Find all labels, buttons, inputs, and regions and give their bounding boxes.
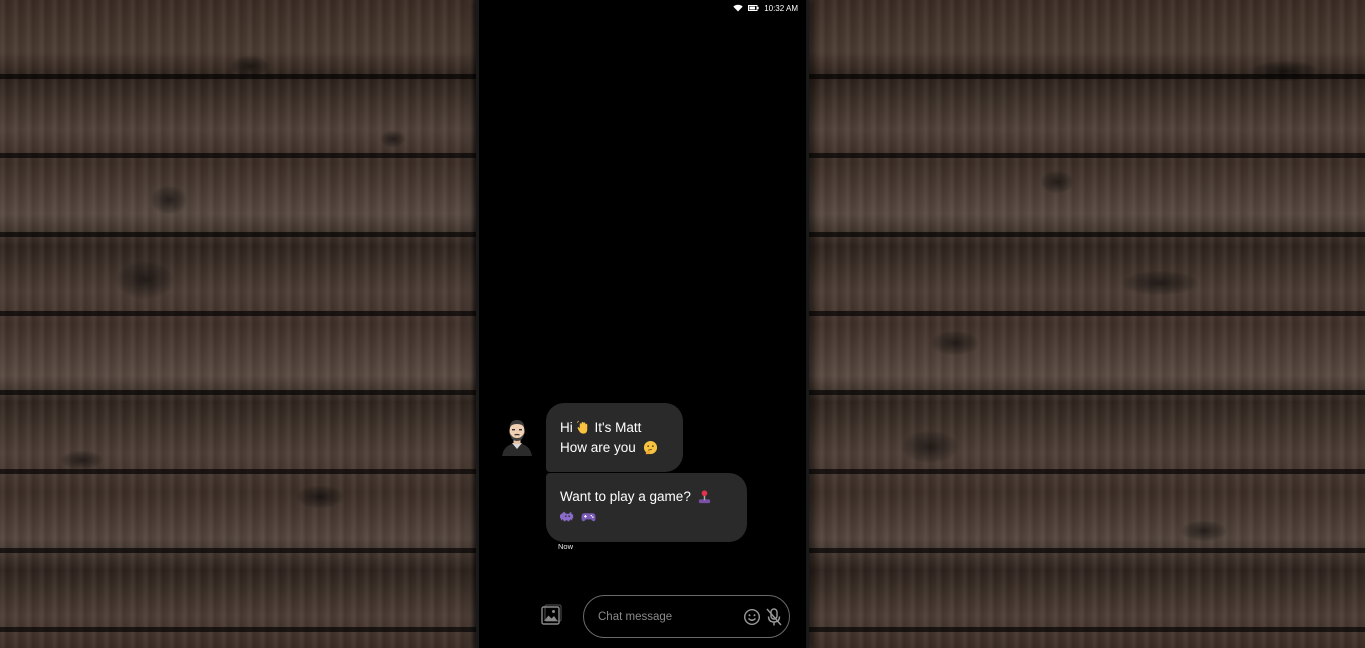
thinking-face-emoji: [643, 440, 658, 455]
message-text: Want to play a game?: [560, 489, 691, 504]
message-line: Want to play a game?: [560, 487, 733, 507]
message-bubble: Hi It's Matt How are you: [546, 403, 683, 472]
mic-off-icon[interactable]: [765, 607, 783, 627]
chat-input-container: [583, 595, 790, 638]
avatar-icon[interactable]: [499, 416, 535, 456]
message-line: How are you: [560, 438, 669, 458]
message-text: It's Matt: [590, 420, 642, 435]
message-text: How are you: [560, 440, 636, 455]
gallery-icon[interactable]: [540, 604, 562, 626]
waving-hand-emoji: [576, 420, 591, 435]
status-time: 10:32 AM: [764, 3, 798, 13]
game-controller-emoji: [581, 509, 596, 524]
message-line: [560, 507, 733, 527]
message-timestamp: Now: [558, 542, 574, 551]
message-text: Hi: [560, 420, 573, 435]
status-bar: 10:32 AM: [733, 0, 798, 16]
joystick-emoji: [697, 489, 712, 504]
message-bubble: Want to play a game?: [546, 473, 747, 542]
wifi-icon: [733, 4, 743, 12]
message-line: Hi It's Matt: [560, 418, 669, 438]
phone-screen: 10:32 AM Hi It's Matt How are you Want t…: [476, 0, 809, 648]
battery-icon: [748, 5, 759, 11]
chat-message-input[interactable]: [598, 606, 734, 628]
space-invader-emoji: [560, 509, 575, 524]
emoji-icon[interactable]: [743, 608, 761, 626]
